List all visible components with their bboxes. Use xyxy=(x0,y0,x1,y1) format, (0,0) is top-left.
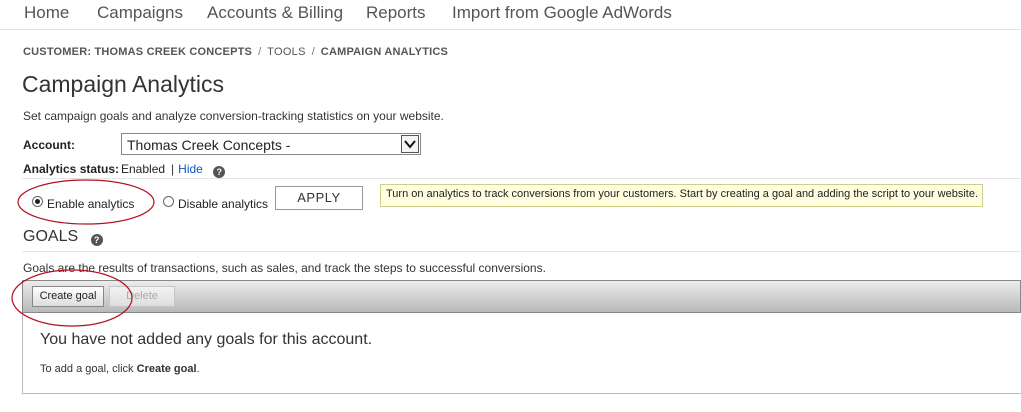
analytics-tooltip: Turn on analytics to track conversions f… xyxy=(380,184,983,207)
status-separator: | xyxy=(171,162,175,176)
delete-button[interactable]: Delete xyxy=(109,286,175,307)
breadcrumb-current: CAMPAIGN ANALYTICS xyxy=(320,46,449,58)
create-goal-button[interactable]: Create goal xyxy=(32,286,104,307)
empty-hint-action: Create goal xyxy=(136,363,197,375)
breadcrumb-customer[interactable]: CUSTOMER: THOMAS CREEK CONCEPTS xyxy=(23,46,252,58)
apply-button[interactable]: APPLY xyxy=(275,186,363,210)
chevron-down-icon[interactable] xyxy=(401,135,419,153)
page-description: Set campaign goals and analyze conversio… xyxy=(23,109,444,123)
account-label: Account: xyxy=(23,138,75,152)
nav-import-adwords[interactable]: Import from Google AdWords xyxy=(452,3,672,23)
top-nav: Home Campaigns Accounts & Billing Report… xyxy=(0,0,1021,30)
account-select[interactable]: Thomas Creek Concepts - xyxy=(121,133,421,155)
divider xyxy=(22,251,1021,252)
breadcrumb-separator: / xyxy=(311,46,315,58)
empty-state-title: You have not added any goals for this ac… xyxy=(40,331,373,348)
empty-state-hint: To add a goal, click Create goal. xyxy=(40,363,200,375)
disable-analytics-radio[interactable] xyxy=(163,196,174,207)
hide-link[interactable]: Hide xyxy=(178,162,203,176)
enable-analytics-label[interactable]: Enable analytics xyxy=(47,197,134,211)
analytics-status-label: Analytics status: xyxy=(23,162,120,176)
disable-analytics-label[interactable]: Disable analytics xyxy=(178,197,268,211)
breadcrumb: CUSTOMER: THOMAS CREEK CONCEPTS / TOOLS / CA… xyxy=(23,46,448,58)
nav-accounts-billing[interactable]: Accounts & Billing xyxy=(207,3,343,23)
question-icon[interactable]: ? xyxy=(213,166,226,178)
nav-home[interactable]: Home xyxy=(24,3,69,23)
analytics-status: Enabled | Hide ? xyxy=(121,162,226,178)
goals-toolbar: Create goal Delete xyxy=(22,280,1021,313)
empty-hint-suffix: . xyxy=(196,363,200,375)
nav-campaigns[interactable]: Campaigns xyxy=(97,3,183,23)
question-icon[interactable]: ? xyxy=(90,234,103,246)
goals-description: Goals are the results of transactions, s… xyxy=(23,261,546,275)
enable-analytics-radio[interactable] xyxy=(32,196,43,207)
divider xyxy=(22,178,1021,179)
page-title: Campaign Analytics xyxy=(22,71,224,97)
empty-hint-text: To add a goal, click xyxy=(40,363,137,375)
analytics-status-value: Enabled xyxy=(121,162,166,176)
goals-empty-state: You have not added any goals for this ac… xyxy=(22,313,1021,394)
goals-heading-text: GOALS xyxy=(23,228,79,245)
breadcrumb-tools[interactable]: TOOLS xyxy=(267,46,306,58)
account-select-value: Thomas Creek Concepts - xyxy=(127,137,291,153)
nav-reports[interactable]: Reports xyxy=(366,3,426,23)
goals-heading: GOALS ? xyxy=(23,228,103,246)
breadcrumb-separator: / xyxy=(258,46,262,58)
